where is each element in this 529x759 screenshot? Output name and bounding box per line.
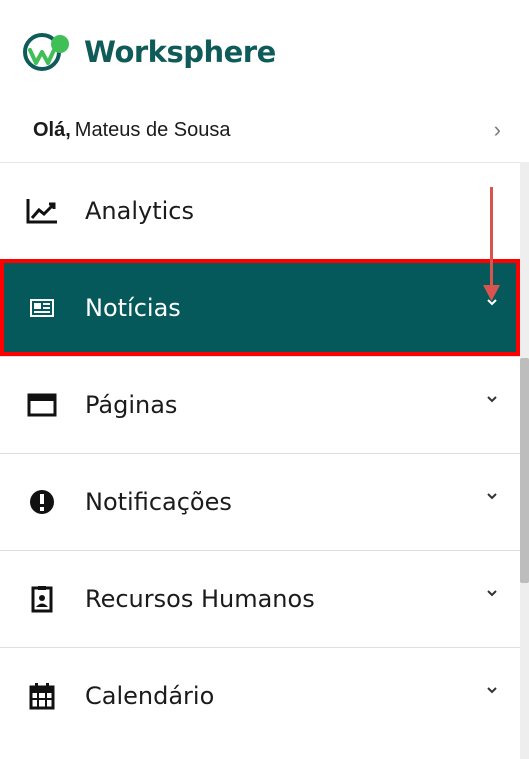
sidebar-item-label: Calendário xyxy=(85,682,215,710)
sidebar-item-calendario[interactable]: Calendário xyxy=(0,647,520,744)
id-badge-icon xyxy=(24,581,60,617)
user-greeting: Olá, Mateus de Sousa xyxy=(33,119,230,142)
sidebar-item-label: Notificações xyxy=(85,488,232,516)
newspaper-icon xyxy=(24,290,60,326)
sidebar-item-paginas[interactable]: Páginas xyxy=(0,356,520,453)
alert-icon xyxy=(24,484,60,520)
brand-name: Worksphere xyxy=(84,35,276,69)
chevron-right-icon[interactable]: › xyxy=(494,117,501,143)
window-icon xyxy=(24,387,60,423)
chart-line-icon xyxy=(24,193,60,229)
sidebar-item-notificacoes[interactable]: Notificações xyxy=(0,453,520,550)
annotation-arrow-icon xyxy=(483,187,500,301)
sidebar-item-label: Páginas xyxy=(85,391,178,419)
chevron-down-icon[interactable] xyxy=(486,490,498,502)
scrollbar-thumb[interactable] xyxy=(520,358,529,583)
sidebar-item-recursos-humanos[interactable]: Recursos Humanos xyxy=(0,550,520,647)
worksphere-logo-icon xyxy=(23,33,69,71)
calendar-icon xyxy=(24,678,60,714)
sidebar-item-label: Analytics xyxy=(85,197,194,225)
sidebar-item-label: Recursos Humanos xyxy=(85,585,315,613)
logo[interactable]: Worksphere xyxy=(20,30,276,74)
chevron-down-icon[interactable] xyxy=(486,393,498,405)
sidebar-item-label: Notícias xyxy=(85,294,181,322)
sidebar-item-analytics[interactable]: Analytics xyxy=(0,162,520,259)
greeting-text: Olá, xyxy=(33,118,71,141)
chevron-down-icon[interactable] xyxy=(486,587,498,599)
user-greeting-row[interactable]: Olá, Mateus de Sousa › xyxy=(33,117,501,143)
user-name: Mateus de Sousa xyxy=(74,118,231,141)
sidebar-nav: Analytics Notícias Páginas Notificações … xyxy=(0,162,520,744)
chevron-down-icon[interactable] xyxy=(486,684,498,696)
sidebar-item-noticias[interactable]: Notícias xyxy=(0,259,520,356)
